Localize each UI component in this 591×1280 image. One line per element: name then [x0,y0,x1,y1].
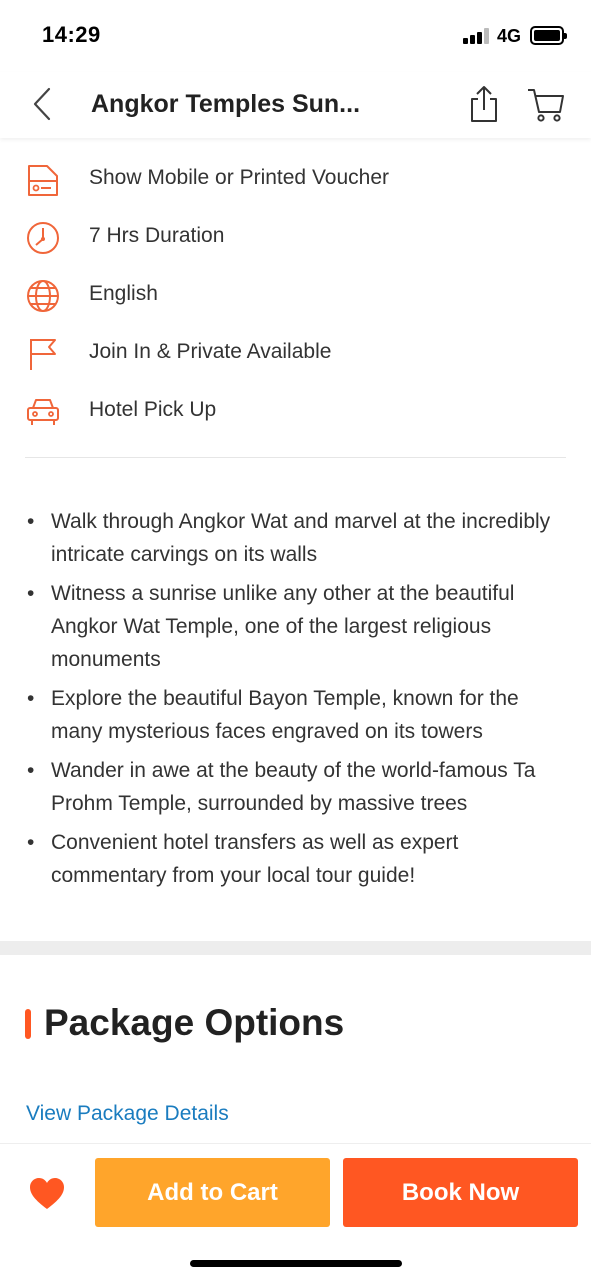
cart-button[interactable] [526,86,566,124]
wishlist-button[interactable] [29,1177,65,1211]
divider [25,457,566,458]
info-label: Show Mobile or Printed Voucher [89,166,389,189]
back-button[interactable] [24,84,64,124]
status-bar: 14:29 4G [0,0,591,72]
section-accent-bar [25,1009,31,1039]
book-now-button[interactable]: Book Now [343,1158,578,1227]
flag-icon [30,339,56,370]
view-package-details-link[interactable]: View Package Details [26,1102,229,1126]
bottom-action-bar: Add to Cart Book Now [0,1143,591,1280]
highlights-list: Walk through Angkor Wat and marvel at th… [25,505,570,898]
battery-icon [530,26,567,45]
share-button[interactable] [466,84,502,124]
page-title: Angkor Temples Sun... [91,90,361,118]
cart-icon [528,89,564,122]
network-label: 4G [497,26,522,46]
share-icon [471,86,497,122]
status-time: 14:29 [42,22,101,47]
info-item-language: English [0,266,591,324]
globe-icon [27,280,59,312]
package-options-title: Package Options [44,1002,345,1043]
signal-icon [463,28,491,44]
highlight-item: Witness a sunrise unlike any other at th… [25,577,570,676]
car-icon [27,399,59,425]
add-to-cart-button[interactable]: Add to Cart [95,1158,330,1227]
voucher-icon [28,165,58,196]
info-item-pickup: Hotel Pick Up [0,382,591,440]
highlight-item: Walk through Angkor Wat and marvel at th… [25,505,570,571]
info-item-voucher: Show Mobile or Printed Voucher [0,150,591,208]
info-item-duration: 7 Hrs Duration [0,208,591,266]
nav-bar: Angkor Temples Sun... [0,72,591,138]
section-separator [0,941,591,955]
highlight-item: Convenient hotel transfers as well as ex… [25,826,570,892]
highlight-item: Wander in awe at the beauty of the world… [25,754,570,820]
info-label: Hotel Pick Up [89,398,217,421]
clock-icon [27,222,59,254]
highlight-item: Explore the beautiful Bayon Temple, know… [25,682,570,748]
info-item-join-in: Join In & Private Available [0,324,591,382]
info-label: English [89,282,158,305]
info-label: 7 Hrs Duration [89,224,225,247]
home-indicator [190,1260,402,1267]
info-label: Join In & Private Available [89,340,332,363]
heart-icon [30,1178,64,1209]
chevron-left-icon [33,87,51,121]
